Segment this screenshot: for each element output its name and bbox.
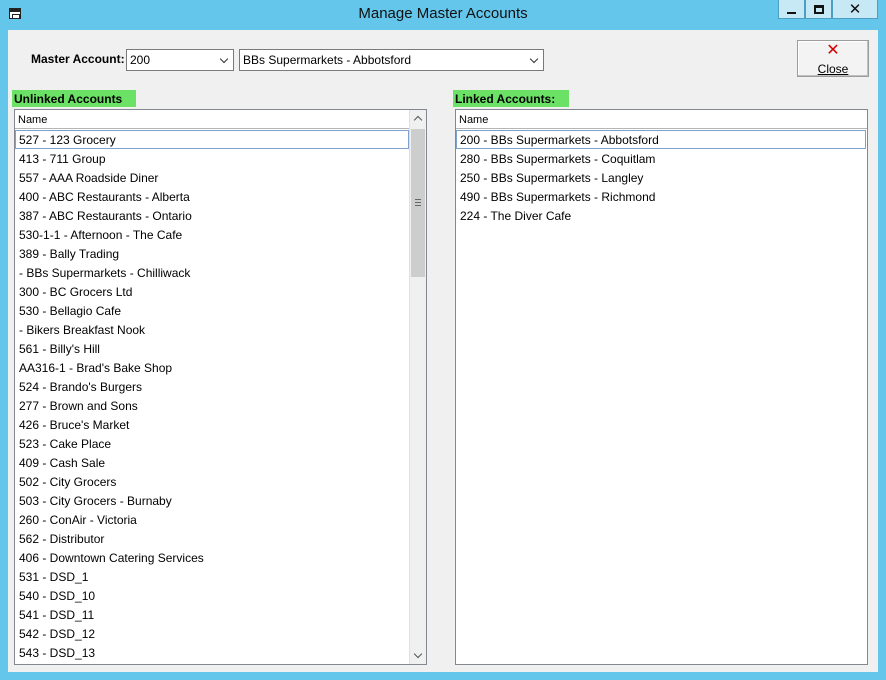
list-item[interactable]: 523 - Cake Place [15, 434, 409, 453]
scroll-thumb[interactable] [411, 129, 425, 277]
list-item[interactable]: - Bikers Breakfast Nook [15, 320, 409, 339]
list-item[interactable]: 300 - BC Grocers Ltd [15, 282, 409, 301]
minimize-button[interactable] [778, 0, 805, 19]
linked-accounts-label: Linked Accounts: [453, 90, 569, 107]
window-close-button[interactable]: ✕ [832, 0, 878, 19]
list-item[interactable]: 524 - Brando's Burgers [15, 377, 409, 396]
list-item[interactable]: 224 - The Diver Cafe [456, 206, 866, 225]
list-item[interactable]: 406 - Downtown Catering Services [15, 548, 409, 567]
close-icon: ✕ [848, 0, 862, 18]
list-item[interactable]: 200 - BBs Supermarkets - Abbotsford [456, 130, 866, 149]
list-item[interactable]: AA316-1 - Brad's Bake Shop [15, 358, 409, 377]
chevron-up-icon [413, 115, 423, 125]
scroll-up-button[interactable] [410, 110, 426, 127]
unlinked-rows: 527 - 123 Grocery 413 - 711 Group 557 - AA… [15, 130, 409, 662]
list-item[interactable]: 413 - 711 Group [15, 149, 409, 168]
master-account-name-value: BBs Supermarkets - Abbotsford [243, 53, 412, 67]
close-button-label: Close [817, 62, 849, 76]
chevron-down-icon[interactable] [527, 54, 540, 67]
master-account-code-select[interactable]: 200 [126, 49, 234, 71]
list-item[interactable]: 527 - 123 Grocery [15, 130, 409, 149]
list-item[interactable]: 260 - ConAir - Victoria [15, 510, 409, 529]
list-item[interactable]: 543 - DSD_13 [15, 643, 409, 662]
list-item[interactable]: 400 - ABC Restaurants - Alberta [15, 187, 409, 206]
linked-accounts-list[interactable]: Name 200 - BBs Supermarkets - Abbotsford… [455, 109, 868, 665]
list-item[interactable]: 389 - Bally Trading [15, 244, 409, 263]
minimize-icon [787, 12, 796, 14]
client-area: Master Account: 200 BBs Supermarkets - A… [8, 30, 878, 672]
master-account-code-value: 200 [130, 53, 151, 67]
window-border [880, 30, 886, 680]
master-account-name-select[interactable]: BBs Supermarkets - Abbotsford [239, 49, 544, 71]
list-item[interactable]: 502 - City Grocers [15, 472, 409, 491]
list-item[interactable]: 530-1-1 - Afternoon - The Cafe [15, 225, 409, 244]
list-item[interactable]: 250 - BBs Supermarkets - Langley [456, 168, 866, 187]
list-item[interactable]: 426 - Bruce's Market [15, 415, 409, 434]
list-item[interactable]: 562 - Distributor [15, 529, 409, 548]
list-item[interactable]: 530 - Bellagio Cafe [15, 301, 409, 320]
linked-rows: 200 - BBs Supermarkets - Abbotsford 280 -… [456, 130, 866, 225]
list-item[interactable]: 409 - Cash Sale [15, 453, 409, 472]
list-item[interactable]: 542 - DSD_12 [15, 624, 409, 643]
linked-column-header-name[interactable]: Name [456, 110, 867, 129]
list-item[interactable]: 541 - DSD_11 [15, 605, 409, 624]
maximize-button[interactable] [805, 0, 832, 19]
list-item[interactable]: 531 - DSD_1 [15, 567, 409, 586]
list-item[interactable]: 387 - ABC Restaurants - Ontario [15, 206, 409, 225]
chevron-down-icon[interactable] [217, 54, 230, 67]
unlinked-column-header-name[interactable]: Name [15, 110, 410, 129]
chevron-down-icon [413, 649, 423, 659]
list-item[interactable]: 503 - City Grocers - Burnaby [15, 491, 409, 510]
list-item[interactable]: 277 - Brown and Sons [15, 396, 409, 415]
unlinked-scrollbar[interactable] [409, 110, 426, 664]
close-button[interactable]: ✕ Close [797, 40, 869, 77]
list-item[interactable]: 561 - Billy's Hill [15, 339, 409, 358]
list-item[interactable]: - BBs Supermarkets - Chilliwack [15, 263, 409, 282]
list-item[interactable]: 280 - BBs Supermarkets - Coquitlam [456, 149, 866, 168]
red-x-icon: ✕ [826, 42, 840, 59]
maximize-icon [813, 4, 824, 14]
title-bar[interactable]: Manage Master Accounts ✕ [0, 0, 886, 30]
unlinked-accounts-list[interactable]: Name 527 - 123 Grocery 413 - 711 Group 557… [14, 109, 427, 665]
list-item[interactable]: 490 - BBs Supermarkets - Richmond [456, 187, 866, 206]
list-item[interactable]: 540 - DSD_10 [15, 586, 409, 605]
master-account-label: Master Account: [31, 52, 125, 66]
grip-icon [415, 199, 421, 206]
unlinked-accounts-label: Unlinked Accounts [12, 90, 136, 107]
scroll-down-button[interactable] [410, 647, 426, 664]
list-item[interactable]: 557 - AAA Roadside Diner [15, 168, 409, 187]
window-title: Manage Master Accounts [358, 5, 528, 22]
